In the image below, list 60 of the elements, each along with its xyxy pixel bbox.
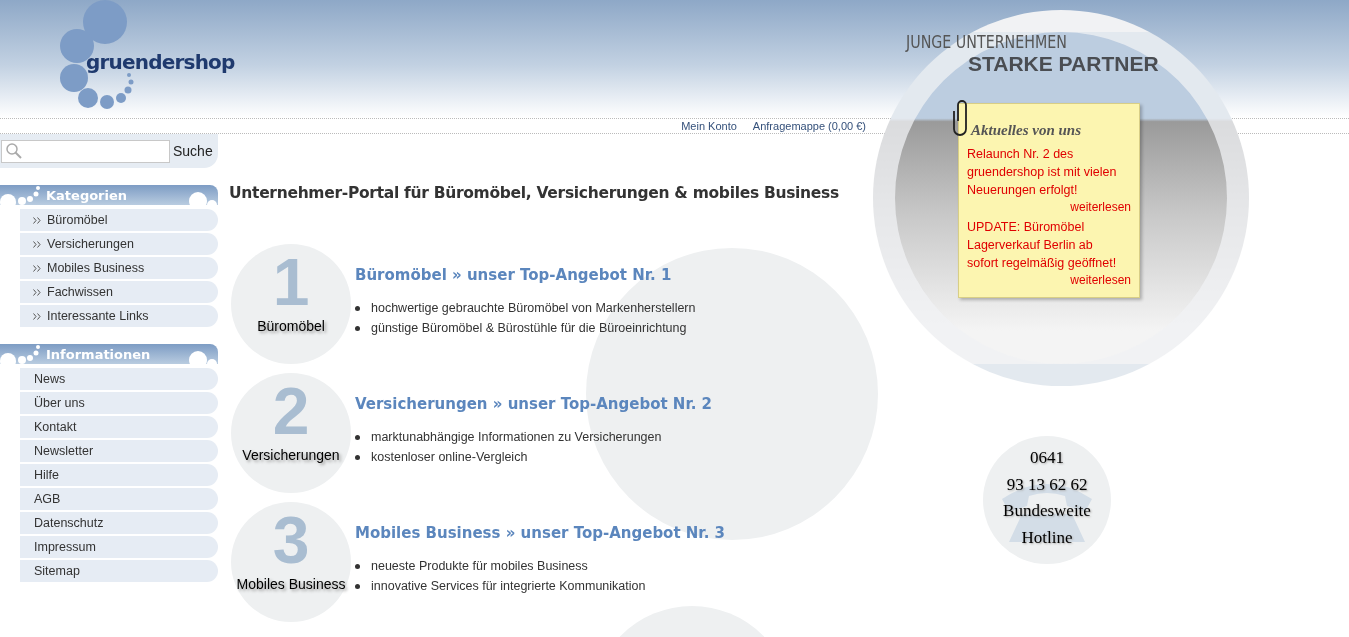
bullet-icon <box>355 454 360 460</box>
bullet-text: günstige Büromöbel & Bürostühle für die Büroeinrichtung <box>371 321 687 335</box>
double-chevron-icon <box>33 312 41 320</box>
sidebar-item[interactable]: Kontakt <box>20 416 218 438</box>
sidebar-item[interactable]: AGB <box>20 488 218 510</box>
sidebar-item[interactable]: Versicherungen <box>20 233 218 255</box>
read-more-link[interactable]: weiterlesen <box>1070 199 1131 215</box>
read-more-link[interactable]: weiterlesen <box>1070 272 1131 288</box>
search-icon <box>5 142 23 160</box>
sidebar-item[interactable]: Interessante Links <box>20 305 218 327</box>
circle-label[interactable]: Büromöbel <box>232 318 350 334</box>
bullet-text: hochwertige gebrauchte Büromöbel von Markenherstellern <box>371 301 696 315</box>
bullet-text: kostenloser online-Vergleich <box>371 450 528 464</box>
sidebar-item[interactable]: Mobiles Business <box>20 257 218 279</box>
page-headline: Unternehmer-Portal für Büromöbel, Versicherungen & mobiles Business <box>229 184 839 202</box>
sidebar-item[interactable]: Sitemap <box>20 560 218 582</box>
top-link[interactable]: Anfragemappe (0,00 €) <box>752 119 866 133</box>
bullet-icon <box>355 325 360 331</box>
sidebar-item[interactable]: Über uns <box>20 392 218 414</box>
circle-label[interactable]: Versicherungen <box>232 447 350 463</box>
hotline-text: 0641 <box>1030 447 1064 469</box>
big-number: 1 <box>272 250 310 314</box>
section-title: Kategorien <box>46 187 128 203</box>
circle-label[interactable]: Mobiles Business <box>232 576 350 592</box>
news-text: Relaunch Nr. 2 des gruendershop ist mit vielen Neuerungen erfolgt! <box>967 146 1118 199</box>
sidebar-item[interactable]: Fachwissen <box>20 281 218 303</box>
sidebar-item[interactable]: Impressum <box>20 536 218 558</box>
sidebar-item[interactable]: Hilfe <box>20 464 218 486</box>
double-chevron-icon <box>33 216 41 224</box>
news-text: UPDATE: Büromöbel Lagerverkauf Berlin ab sofort regelmäßig geöffnet! <box>967 219 1118 272</box>
hotline-text: 93 13 62 62 <box>1006 473 1088 496</box>
hotline-text: Hotline <box>1021 526 1073 549</box>
offer-heading-link[interactable]: Versicherungen » unser Top-Angebot Nr. 2 <box>355 395 713 413</box>
double-chevron-icon <box>33 288 41 296</box>
double-chevron-icon <box>33 264 41 272</box>
bullet-icon <box>355 583 360 589</box>
offer-heading-link[interactable]: Büromöbel » unser Top-Angebot Nr. 1 <box>355 266 672 284</box>
bullet-icon <box>355 305 360 311</box>
bullet-text: marktunabhängige Informationen zu Versicherungen <box>371 430 662 444</box>
search-button[interactable]: Suche <box>170 143 213 159</box>
bullet-text: neueste Produkte für mobiles Business <box>371 559 588 573</box>
sidebar-item[interactable]: Datenschutz <box>20 512 218 534</box>
bullet-text: innovative Services für integrierte Kommunikation <box>371 579 646 593</box>
slogan-text: JUNGE UNTERNEHMEN <box>906 31 1068 52</box>
offer-heading-link[interactable]: Mobiles Business » unser Top-Angebot Nr. 3 <box>355 524 725 542</box>
search-field[interactable] <box>1 139 170 163</box>
bullet-icon <box>355 563 360 569</box>
sidebar-item[interactable]: Büromöbel <box>20 209 218 231</box>
section-title: Informationen <box>46 346 151 362</box>
big-number: 2 <box>272 379 310 443</box>
sidebar-item[interactable]: Newsletter <box>20 440 218 462</box>
hotline-text: Bundesweite <box>1003 500 1091 522</box>
bullet-icon <box>355 434 360 440</box>
logo-text[interactable]: gruendershop <box>86 50 235 74</box>
sidebar-item[interactable]: News <box>20 368 218 390</box>
slogan-text: STARKE PARTNER <box>968 52 1159 76</box>
note-title: Aktuelles von uns <box>971 122 1083 139</box>
big-number: 3 <box>272 508 310 572</box>
double-chevron-icon <box>33 240 41 248</box>
top-link[interactable]: Mein Konto <box>681 119 737 133</box>
